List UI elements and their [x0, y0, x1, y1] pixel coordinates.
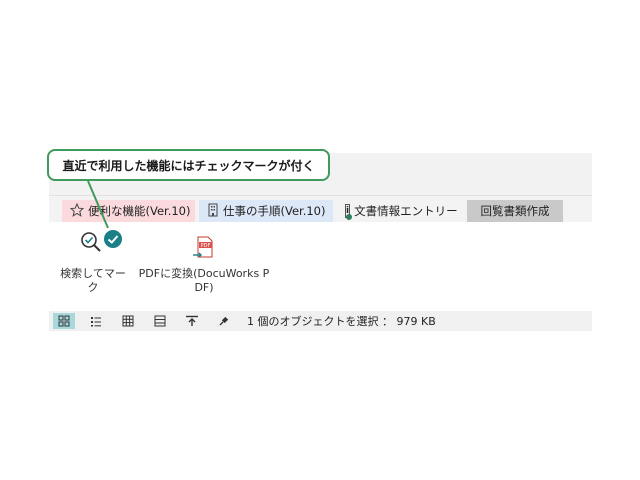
list-view-icon: [91, 317, 101, 327]
upload-icon: [186, 315, 198, 326]
pdf-convert-icon: PDF: [184, 223, 224, 267]
detail-view-button[interactable]: [149, 313, 171, 329]
ribbon-panel: 検索してマーク PDF PDFに変換(DocuWorks P DF): [49, 223, 592, 309]
star-icon: [69, 202, 85, 220]
grid-view-button[interactable]: [53, 313, 75, 329]
tab-favorites[interactable]: 便利な機能(Ver.10): [62, 200, 195, 222]
list-view-button[interactable]: [85, 313, 107, 329]
tab-document-info-entry[interactable]: i 文書情報エントリー: [337, 200, 463, 222]
grid-view-icon: [58, 315, 70, 327]
selection-status: 1 個のオブジェクトを選択 ： 979 KB: [247, 315, 436, 328]
table-view-icon: [122, 315, 134, 327]
detail-view-icon: [154, 315, 166, 327]
table-view-button[interactable]: [117, 313, 139, 329]
command-label-line2: DF): [194, 281, 214, 294]
tab-work-procedure[interactable]: 仕事の手順(Ver.10): [199, 200, 333, 222]
command-label-line1: PDFに変換(DocuWorks P: [138, 267, 270, 280]
upload-button[interactable]: [181, 313, 203, 329]
callout-annotation: 直近で利用した機能にはチェックマークが付く: [47, 149, 330, 181]
svg-text:PDF: PDF: [201, 243, 211, 249]
ribbon-tab-bar: 便利な機能(Ver.10) 仕事の手順(Ver.10) i 文書情報エントリー …: [49, 196, 592, 222]
document-info-icon: i: [345, 204, 353, 220]
pdf-convert-button[interactable]: PDF PDFに変換(DocuWorks P DF): [135, 223, 273, 295]
status-bar: 1 個のオブジェクトを選択 ： 979 KB: [49, 311, 592, 331]
tab-label: 仕事の手順(Ver.10): [223, 204, 326, 218]
command-label: 検索してマーク: [60, 267, 126, 294]
building-icon: [207, 203, 219, 220]
pin-button[interactable]: [213, 313, 235, 329]
recently-used-check-icon: [104, 230, 122, 248]
tab-label: 便利な機能(Ver.10): [88, 204, 191, 218]
pin-icon: [219, 316, 229, 326]
tab-circular-document-creation[interactable]: 回覧書類作成: [467, 200, 563, 222]
tab-label: 文書情報エントリー: [354, 204, 458, 218]
tab-label: 回覧書類作成: [480, 204, 550, 218]
